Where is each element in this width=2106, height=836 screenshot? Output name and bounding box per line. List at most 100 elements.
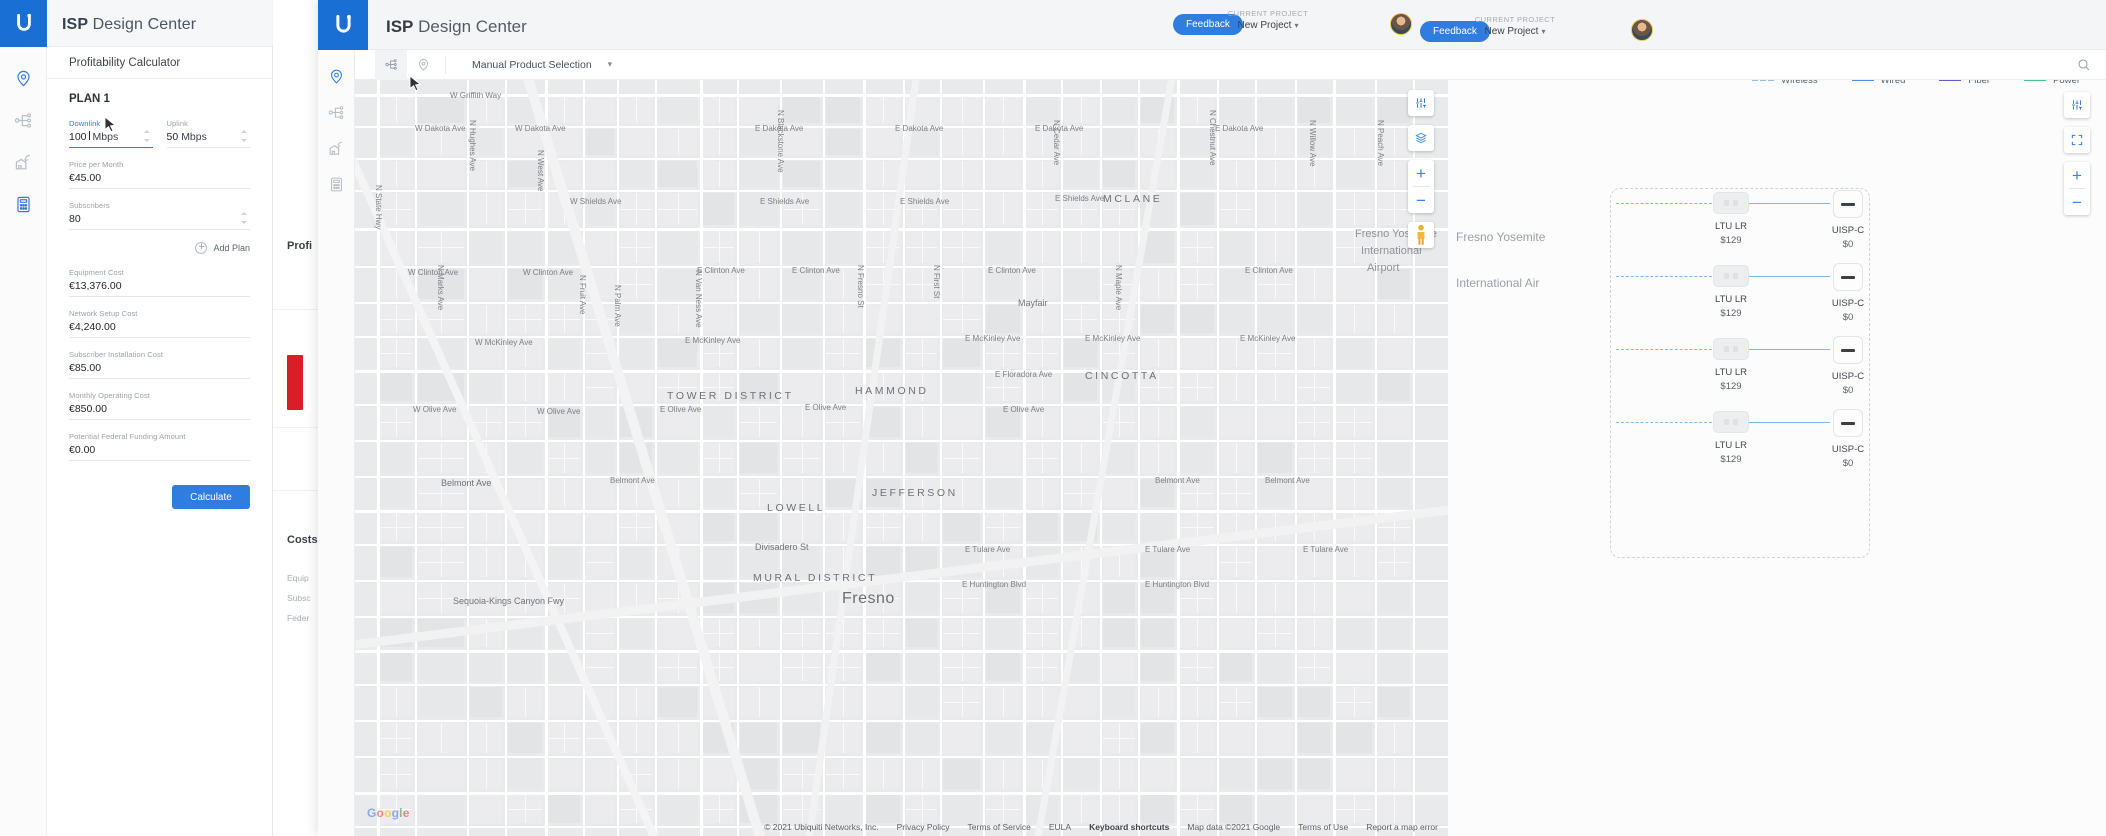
- sidebar-item-sites[interactable]: [0, 141, 47, 183]
- subscribers-input[interactable]: 80: [69, 213, 250, 230]
- downlink-input[interactable]: 100 Mbps: [69, 131, 153, 148]
- current-project-value[interactable]: New Project ▾: [1213, 20, 1323, 31]
- attr-terms-of-use[interactable]: Terms of Use: [1298, 822, 1348, 832]
- monthly-operating-cost-value[interactable]: €850.00: [69, 403, 250, 420]
- legend-item-power: Power: [2024, 80, 2080, 86]
- subscriber-installation-cost-field[interactable]: Subscriber Installation Cost €85.00: [69, 350, 250, 379]
- monthly-operating-cost-field[interactable]: Monthly Operating Cost €850.00: [69, 391, 250, 420]
- attr-keyboard-shortcuts[interactable]: Keyboard shortcuts: [1089, 822, 1169, 832]
- current-project-value-secondary[interactable]: New Project ▾: [1460, 26, 1570, 37]
- subscriber-installation-cost-value[interactable]: €85.00: [69, 362, 250, 379]
- app-root: ISP Design Center Profitability Calculat…: [0, 0, 2106, 836]
- map-street-label: E McKinley Ave: [965, 334, 1021, 343]
- equipment-cost-field[interactable]: Equipment Cost €13,376.00: [69, 268, 250, 297]
- map-place-label: Sequoia-Kings Canyon Fwy: [453, 596, 565, 606]
- avatar[interactable]: [1390, 13, 1412, 35]
- map-street-label: N Chestnut Ave: [1208, 110, 1217, 166]
- map-street-label: N Fruit Ave: [578, 275, 587, 315]
- map-airport-label: Airport: [1367, 262, 1400, 274]
- downlink-label: Downlink: [69, 119, 101, 128]
- price-per-month-input[interactable]: €45.00: [69, 172, 250, 189]
- map-settings-button[interactable]: [1408, 90, 1434, 116]
- map-street-label: E Olive Ave: [805, 403, 847, 412]
- topology-node-station[interactable]: LTU LR $129: [1696, 192, 1766, 246]
- ubiquiti-logo-icon[interactable]: [0, 0, 47, 47]
- ltu-device-icon: [1713, 265, 1749, 287]
- price-per-month-label: Price per Month: [69, 160, 124, 169]
- sidebar-item-coverage[interactable]: [318, 58, 355, 94]
- downlink-field[interactable]: Downlink 100 Mbps: [69, 119, 153, 148]
- topology-node-station[interactable]: LTU LR $129: [1696, 411, 1766, 465]
- downlink-stepper[interactable]: [143, 130, 153, 142]
- product-selection-dropdown[interactable]: Manual Product Selection ▾: [452, 59, 612, 71]
- current-project[interactable]: CURRENT PROJECT New Project ▾: [1213, 9, 1323, 31]
- map-street-label: W Clinton Ave: [523, 268, 574, 277]
- speed-fields-row: Downlink 100 Mbps Uplink 50 Mbps: [69, 119, 250, 160]
- sliders-icon[interactable]: [1408, 90, 1434, 116]
- sidebar-item-profitability[interactable]: [0, 183, 47, 225]
- sliders-icon[interactable]: [2064, 92, 2090, 118]
- attr-eula[interactable]: EULA: [1049, 822, 1071, 832]
- node-price: $129: [1720, 308, 1742, 319]
- sidebar-item-sites[interactable]: [318, 130, 355, 166]
- pegman-icon[interactable]: [1408, 222, 1434, 248]
- sidebar-item-coverage[interactable]: [0, 57, 47, 99]
- uplink-input[interactable]: 50 Mbps: [166, 131, 250, 148]
- topology-controls: + −: [2064, 92, 2090, 224]
- topology-settings-button[interactable]: [2064, 92, 2090, 118]
- subscribers-stepper[interactable]: [241, 212, 250, 224]
- uplink-stepper[interactable]: [241, 130, 250, 142]
- topology-node-ap[interactable]: UISP-C $0: [1813, 263, 1883, 323]
- add-plan-button[interactable]: + Add Plan: [69, 242, 250, 254]
- topology-node-ap[interactable]: UISP-C $0: [1813, 190, 1883, 250]
- back-app-title-rest: Design Center: [88, 16, 197, 33]
- attr-terms-of-service[interactable]: Terms of Service: [968, 822, 1031, 832]
- layers-icon[interactable]: [1408, 125, 1434, 151]
- current-project-secondary[interactable]: CURRENT PROJECT New Project ▾: [1460, 15, 1570, 37]
- map-layers-button[interactable]: [1408, 125, 1434, 151]
- network-setup-cost-value[interactable]: €4,240.00: [69, 321, 250, 338]
- equipment-cost-value[interactable]: €13,376.00: [69, 280, 250, 297]
- topology-node-station[interactable]: LTU LR $129: [1696, 265, 1766, 319]
- attr-report-map-error[interactable]: Report a map error: [1366, 822, 1438, 832]
- sidebar-item-topology[interactable]: [318, 94, 355, 130]
- topology-zoom-in-button[interactable]: +: [2064, 162, 2090, 188]
- topology-node-station[interactable]: LTU LR $129: [1696, 338, 1766, 392]
- price-per-month-field[interactable]: Price per Month €45.00: [69, 160, 250, 189]
- map-street-label: N State Hwy: [374, 185, 383, 230]
- sidebar-item-profitability[interactable]: [318, 166, 355, 202]
- topology-tool-button[interactable]: [375, 49, 407, 80]
- potential-federal-funding-value[interactable]: €0.00: [69, 444, 250, 461]
- zoom-in-button[interactable]: +: [1408, 160, 1434, 186]
- potential-federal-funding-field[interactable]: Potential Federal Funding Amount €0.00: [69, 432, 250, 461]
- ubiquiti-logo-icon[interactable]: [318, 0, 368, 50]
- map-street-label: E Shields Ave: [900, 197, 950, 206]
- avatar-secondary[interactable]: [1631, 19, 1653, 41]
- place-marker-button[interactable]: [407, 50, 439, 80]
- map-canvas[interactable]: W Griffith Way W Dakota Ave W Dakota Ave E …: [355, 80, 1448, 836]
- topology-fullscreen-button[interactable]: [2064, 127, 2090, 153]
- node-name: UISP-C: [1831, 444, 1865, 455]
- current-project-label: CURRENT PROJECT: [1227, 9, 1309, 18]
- attr-privacy-policy[interactable]: Privacy Policy: [897, 822, 950, 832]
- legend-item-fiber: Fiber: [1939, 80, 1990, 86]
- map-street-label: E Tulare Ave: [1303, 545, 1349, 554]
- sidebar-item-topology[interactable]: [0, 99, 47, 141]
- topology-node-ap[interactable]: UISP-C $0: [1813, 336, 1883, 396]
- zoom-out-button[interactable]: −: [1408, 187, 1434, 213]
- map-street-label: E Clinton Ave: [792, 266, 840, 275]
- node-price: $129: [1720, 454, 1742, 465]
- fullscreen-icon[interactable]: [2064, 127, 2090, 153]
- topology-node-ap[interactable]: UISP-C $0: [1813, 409, 1883, 469]
- map-street-label: E McKinley Ave: [1240, 334, 1296, 343]
- calculate-button[interactable]: Calculate: [172, 485, 250, 509]
- topology-zoom-out-button[interactable]: −: [2064, 189, 2090, 215]
- uplink-field[interactable]: Uplink 50 Mbps: [166, 119, 250, 148]
- topology-zoom-controls: + −: [2064, 162, 2090, 215]
- search-icon[interactable]: [2076, 57, 2092, 73]
- subscribers-field[interactable]: Subscribers 80: [69, 201, 250, 230]
- map-zoom-controls: + −: [1408, 160, 1434, 213]
- plan-title: PLAN 1: [69, 93, 110, 105]
- map-street-label: E Shields Ave: [760, 197, 810, 206]
- network-setup-cost-field[interactable]: Network Setup Cost €4,240.00: [69, 309, 250, 338]
